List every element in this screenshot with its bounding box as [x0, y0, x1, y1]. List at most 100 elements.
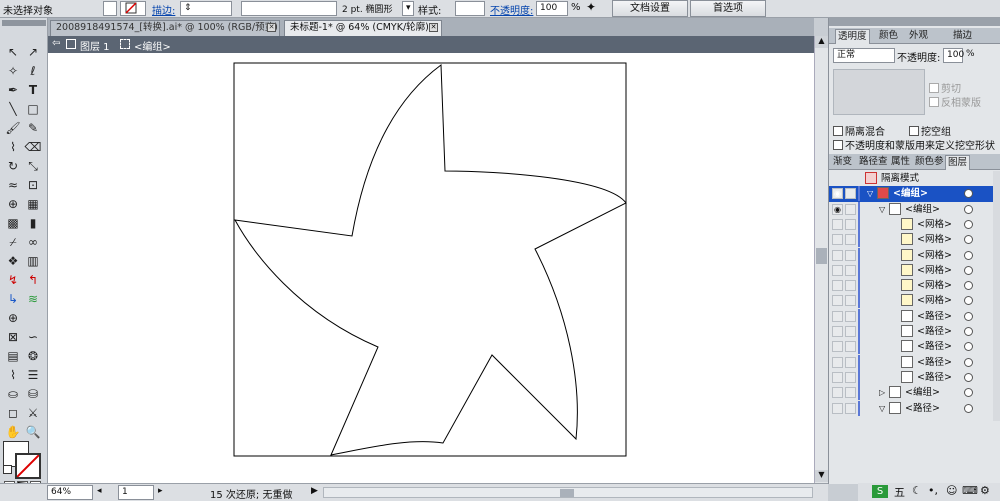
chart-line-tool-icon[interactable]: ⌇: [4, 366, 22, 384]
stroke-color-box[interactable]: [15, 453, 41, 479]
visibility-eye-icon[interactable]: [832, 249, 843, 261]
layer-row[interactable]: ▽ <路径>: [829, 400, 995, 416]
layer-row[interactable]: <路径>: [829, 369, 995, 385]
direct-selection-tool-icon[interactable]: ↗: [24, 43, 42, 61]
variable-width-field[interactable]: [241, 1, 337, 16]
visibility-eye-icon[interactable]: [832, 326, 843, 337]
smile-icon[interactable]: ☺: [946, 484, 957, 497]
layer-row[interactable]: ◉ ▽ <编组>: [829, 201, 995, 217]
pen-tool-icon[interactable]: ✒: [4, 81, 22, 99]
custom-tool-d-icon[interactable]: ≋: [24, 290, 42, 308]
close-icon[interactable]: ✕: [429, 23, 438, 32]
tab-color[interactable]: 颜色: [877, 29, 900, 44]
symbol-sprayer-tool-icon[interactable]: ❖: [4, 252, 22, 270]
layer-row[interactable]: <网格>: [829, 232, 995, 248]
type-tool-icon[interactable]: T: [24, 81, 42, 99]
expand-triangle-icon[interactable]: ▽: [867, 186, 873, 201]
bucket-tool-icon[interactable]: ⛁: [24, 385, 42, 403]
mesh-tool-icon[interactable]: ▩: [4, 214, 22, 232]
expand-triangle-icon[interactable]: ▽: [879, 202, 885, 217]
lock-toggle[interactable]: [845, 310, 856, 322]
target-circle-icon[interactable]: [964, 204, 973, 214]
back-arrow-icon[interactable]: ⇦: [52, 38, 60, 49]
twirl-tool-icon[interactable]: ❂: [24, 347, 42, 365]
lock-toggle[interactable]: [845, 387, 856, 399]
lock-toggle[interactable]: [845, 234, 856, 246]
visibility-eye-icon[interactable]: [832, 264, 843, 276]
lock-toggle[interactable]: [845, 341, 856, 353]
ime-logo-icon[interactable]: S: [872, 485, 888, 498]
lock-toggle[interactable]: [845, 326, 856, 337]
target-circle-icon[interactable]: [964, 281, 973, 291]
prev-artboard-icon[interactable]: ◂: [97, 486, 102, 496]
expand-triangle-icon[interactable]: ▷: [879, 385, 885, 400]
vertical-scrollbar[interactable]: ▲ ▼: [814, 36, 828, 483]
opacity-mask-knockout-checkbox[interactable]: 不透明度和蒙版用来定义挖空形状: [833, 137, 995, 152]
recolor-icon[interactable]: ✦: [586, 0, 596, 14]
layer-row[interactable]: <路径>: [829, 308, 995, 324]
tab-color-guide[interactable]: 颜色参: [913, 155, 946, 170]
perspective-grid-tool-icon[interactable]: ▦: [24, 195, 42, 213]
tab-gradient[interactable]: 渐变: [831, 155, 854, 170]
ime-mode[interactable]: 五: [894, 484, 905, 500]
visibility-eye-icon[interactable]: [832, 310, 843, 322]
layer-row[interactable]: ◉ ▽ <编组>: [829, 186, 995, 202]
zoom-field[interactable]: 64%: [47, 485, 93, 500]
artboard-canvas[interactable]: [48, 53, 814, 483]
tab-layers[interactable]: 图层: [945, 155, 971, 170]
eyedropper-tool-icon[interactable]: ⌿: [4, 233, 22, 251]
tab-appearance[interactable]: 外观: [907, 29, 930, 44]
scroll-thumb[interactable]: [816, 248, 827, 264]
artboard-select-icon[interactable]: ◻: [4, 404, 22, 422]
layer-row[interactable]: <网格>: [829, 247, 995, 263]
lock-toggle[interactable]: [845, 402, 856, 414]
magic-wand-tool-icon[interactable]: ✧: [4, 62, 22, 80]
punctuation-icon[interactable]: •,: [928, 484, 938, 497]
visibility-eye-icon[interactable]: ◉: [832, 203, 843, 215]
slice-tool-icon[interactable]: ∽: [24, 328, 42, 346]
breadcrumb-group[interactable]: <编组>: [134, 38, 171, 53]
visibility-eye-icon[interactable]: [832, 402, 843, 414]
toolbox-grip[interactable]: [2, 20, 46, 26]
lock-toggle[interactable]: [845, 188, 856, 200]
document-settings-button[interactable]: 文档设置: [612, 0, 688, 17]
visibility-eye-icon[interactable]: ◉: [832, 188, 843, 200]
lasso-tool-icon[interactable]: ℓ: [24, 62, 42, 80]
lock-toggle[interactable]: [845, 280, 856, 292]
shape-builder-tool-icon[interactable]: ⊕: [4, 195, 22, 213]
eraser-tool-icon[interactable]: ⌫: [24, 138, 42, 156]
target-circle-icon[interactable]: [964, 327, 973, 336]
target-circle-icon[interactable]: [964, 265, 973, 275]
rotate-tool-icon[interactable]: ↻: [4, 157, 22, 175]
tab-document-1[interactable]: 2008918491574_[转换].ai* @ 100% (RGB/预览) ✕: [50, 20, 280, 36]
horizontal-scrollbar[interactable]: [323, 487, 813, 498]
lock-toggle[interactable]: [845, 264, 856, 276]
lock-toggle[interactable]: [845, 203, 856, 215]
isolation-mode-row[interactable]: 隔离模式: [829, 171, 995, 186]
style-dropdown[interactable]: [455, 1, 485, 16]
visibility-eye-icon[interactable]: [832, 295, 843, 307]
layer-row[interactable]: <路径>: [829, 339, 995, 355]
default-colors-icon[interactable]: [3, 465, 12, 474]
custom-tool-b-icon[interactable]: ↰: [24, 271, 42, 289]
lock-toggle[interactable]: [845, 356, 856, 368]
knife-tool-icon[interactable]: ⚔: [24, 404, 42, 422]
layer-row[interactable]: <网格>: [829, 216, 995, 232]
target-circle-icon[interactable]: [964, 296, 973, 306]
selection-tool-icon[interactable]: ↖: [4, 43, 22, 61]
next-artboard-icon[interactable]: ▸: [158, 486, 163, 496]
hscroll-thumb[interactable]: [560, 489, 574, 497]
custom-tool-c-icon[interactable]: ↳: [4, 290, 22, 308]
opacity-mask-thumbnail[interactable]: [833, 69, 925, 115]
target-circle-icon[interactable]: [964, 342, 973, 352]
layer-row[interactable]: ▷ <编组>: [829, 385, 995, 401]
tab-pathfinder[interactable]: 路径查: [857, 155, 890, 170]
target-circle-icon[interactable]: [964, 388, 973, 398]
stroke-swatch[interactable]: [120, 1, 146, 16]
visibility-eye-icon[interactable]: [832, 280, 843, 292]
line-tool-icon[interactable]: ╲: [4, 100, 22, 118]
artboard-number-field[interactable]: 1: [118, 485, 154, 500]
lock-toggle[interactable]: [845, 371, 856, 383]
hand-tool-icon[interactable]: ✋: [4, 423, 22, 441]
expand-triangle-icon[interactable]: ▽: [879, 401, 885, 416]
